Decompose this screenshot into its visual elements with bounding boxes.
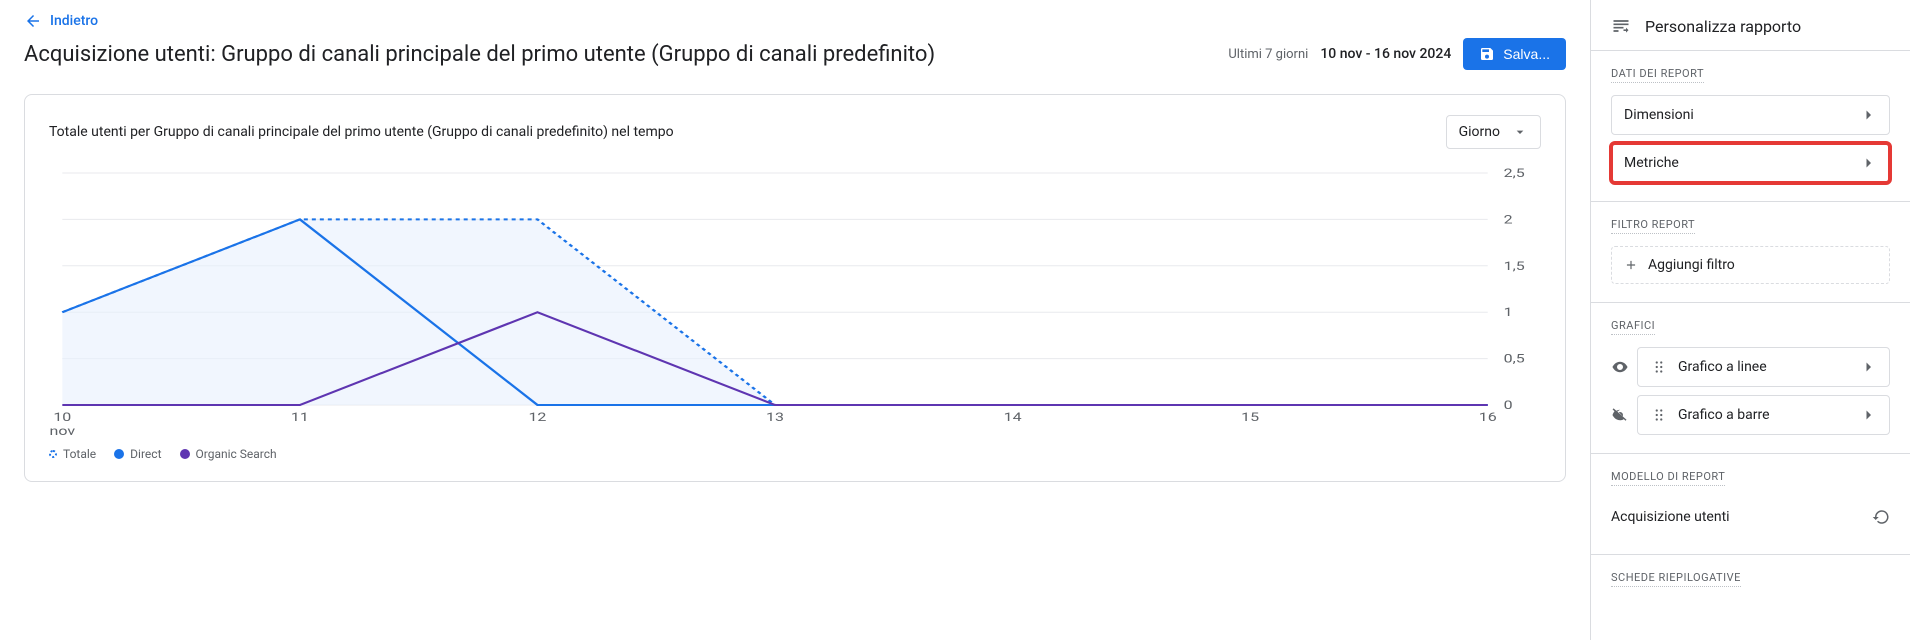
svg-text:0,5: 0,5 [1504,352,1525,366]
chevron-right-icon [1859,154,1877,172]
legend-item-total[interactable]: Totale [49,447,96,461]
svg-text:2: 2 [1504,213,1513,227]
chart-card: Totale utenti per Gruppo di canali princ… [24,94,1566,482]
customize-panel: Personalizza rapporto DATI DEI REPORT Di… [1590,0,1910,640]
legend-item-direct[interactable]: Direct [114,447,161,461]
date-prefix: Ultimi 7 giorni [1228,47,1308,62]
page-title: Acquisizione utenti: Gruppo di canali pr… [24,42,935,67]
bar-chart-label: Grafico a barre [1678,407,1770,423]
visibility-on-icon[interactable] [1611,358,1629,376]
customize-icon [1611,16,1631,36]
chart-card-title: Totale utenti per Gruppo di canali princ… [49,124,674,140]
svg-text:16: 16 [1479,411,1497,425]
section-charts-label: GRAFICI [1611,319,1655,335]
svg-text:13: 13 [766,411,784,425]
period-select-label: Giorno [1459,124,1500,140]
back-label: Indietro [50,13,98,29]
customize-panel-title: Personalizza rapporto [1645,17,1801,36]
model-name-row: Acquisizione utenti [1611,498,1890,536]
svg-text:10: 10 [53,411,71,425]
svg-text:12: 12 [528,411,546,425]
chevron-right-icon [1859,106,1877,124]
svg-text:0: 0 [1504,399,1513,413]
legend-dot-total-icon [49,450,57,458]
add-filter-label: Aggiungi filtro [1648,257,1735,273]
save-button[interactable]: Salva... [1463,38,1566,70]
drag-handle-icon[interactable] [1650,358,1668,376]
period-select[interactable]: Giorno [1446,115,1541,149]
svg-text:1,5: 1,5 [1504,260,1525,274]
visibility-off-icon[interactable] [1611,406,1629,424]
chart-legend: Totale Direct Organic Search [49,447,1541,461]
restore-icon[interactable] [1872,508,1890,526]
svg-text:nov: nov [50,425,76,435]
legend-label-direct: Direct [130,447,161,461]
legend-item-organic[interactable]: Organic Search [180,447,277,461]
drag-handle-icon[interactable] [1650,406,1668,424]
chevron-right-icon [1859,358,1877,376]
back-link[interactable]: Indietro [24,12,98,30]
legend-dot-direct-icon [114,449,124,459]
arrow-left-icon [24,12,42,30]
caret-down-icon [1512,124,1528,140]
legend-dot-organic-icon [180,449,190,459]
date-range[interactable]: 10 nov - 16 nov 2024 [1320,46,1451,62]
save-button-label: Salva... [1503,46,1550,62]
dimensions-label: Dimensioni [1624,107,1694,123]
legend-label-organic: Organic Search [196,447,277,461]
dimensions-item[interactable]: Dimensioni [1611,95,1890,135]
chevron-right-icon [1859,406,1877,424]
line-chart-item[interactable]: Grafico a linee [1637,347,1890,387]
line-chart: 0 0,5 1 1,5 2 2,5 10 11 12 13 14 15 16 nov [49,165,1541,435]
section-filter-label: FILTRO REPORT [1611,218,1695,234]
svg-text:1: 1 [1504,306,1513,320]
metrics-item[interactable]: Metriche [1611,143,1890,183]
plus-icon [1624,258,1638,272]
bar-chart-item[interactable]: Grafico a barre [1637,395,1890,435]
svg-text:11: 11 [291,411,309,425]
metrics-label: Metriche [1624,155,1679,171]
save-icon [1479,46,1495,62]
model-name-label: Acquisizione utenti [1611,509,1730,525]
legend-label-total: Totale [63,447,96,461]
svg-text:15: 15 [1241,411,1259,425]
add-filter-item[interactable]: Aggiungi filtro [1611,246,1890,284]
section-summary-label: SCHEDE RIEPILOGATIVE [1611,571,1741,587]
svg-text:2,5: 2,5 [1504,167,1525,181]
section-report-data-label: DATI DEI REPORT [1611,67,1704,83]
svg-text:14: 14 [1004,411,1022,425]
section-model-label: MODELLO DI REPORT [1611,470,1725,486]
line-chart-label: Grafico a linee [1678,359,1767,375]
